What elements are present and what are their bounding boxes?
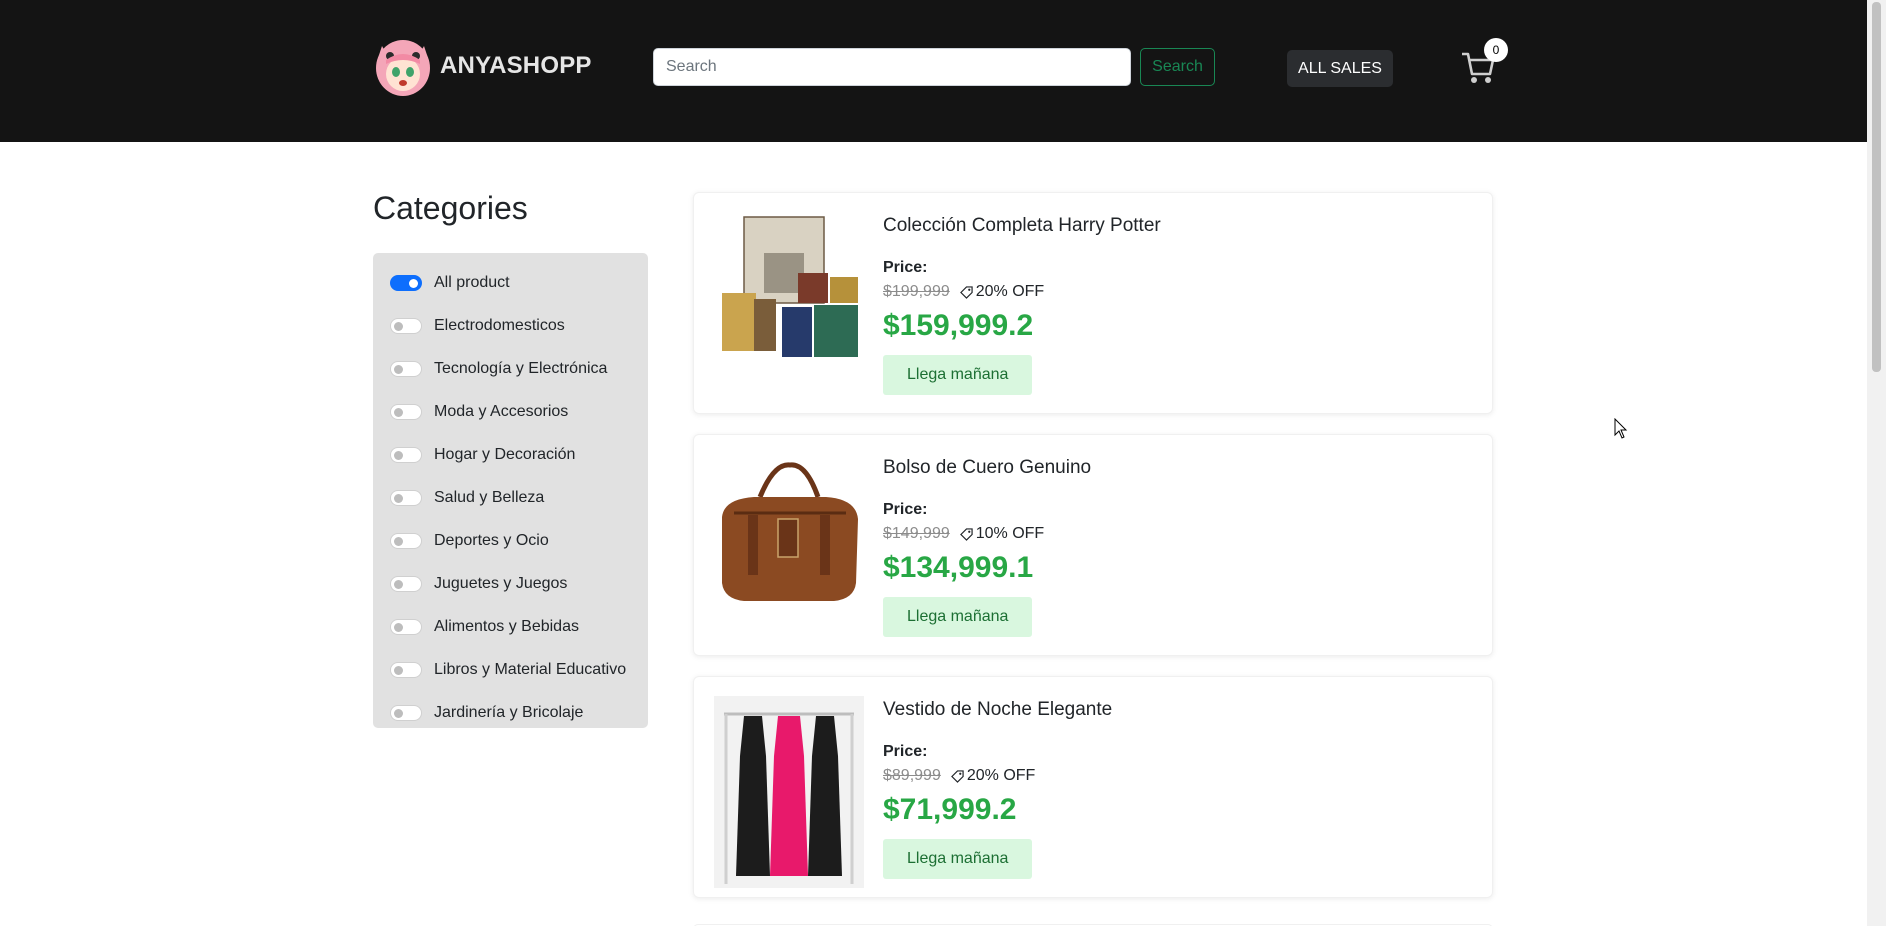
original-price: $199,999 — [883, 283, 950, 300]
tag-icon — [950, 769, 964, 783]
all-sales-button[interactable]: ALL SALES — [1287, 50, 1393, 87]
category-label: Deportes y Ocio — [434, 531, 549, 549]
category-libros[interactable]: Libros y Material Educativo — [373, 648, 648, 691]
price-label: Price: — [883, 501, 928, 518]
category-label: Libros y Material Educativo — [434, 660, 627, 678]
category-moda[interactable]: Moda y Accesorios — [373, 390, 648, 433]
category-label: Jardinería y Bricolaje — [434, 703, 584, 721]
top-navbar: ANYASHOPP Search ALL SALES 0 — [0, 0, 1867, 142]
discount-label: 20% OFF — [966, 767, 1036, 784]
leather-bag-image — [714, 455, 864, 605]
category-label: Juguetes y Juegos — [434, 574, 568, 592]
search-button[interactable]: Search — [1140, 48, 1215, 86]
category-label: Electrodomesticos — [434, 316, 565, 334]
toggle-switch[interactable] — [390, 532, 422, 549]
category-label: Salud y Belleza — [434, 488, 545, 506]
toggle-switch[interactable] — [390, 704, 422, 721]
original-price: $149,999 — [883, 525, 950, 542]
toggle-switch[interactable] — [390, 446, 422, 463]
search-input[interactable] — [653, 48, 1131, 86]
discount-label: 10% OFF — [975, 525, 1045, 542]
category-all-product[interactable]: All product — [373, 261, 648, 304]
discount-label: 20% OFF — [975, 283, 1045, 300]
product-title[interactable]: Bolso de Cuero Genuino — [883, 457, 1091, 479]
category-hogar[interactable]: Hogar y Decoración — [373, 433, 648, 476]
toggle-switch[interactable] — [390, 274, 422, 291]
shipping-badge-button[interactable]: Llega mañana — [883, 597, 1033, 637]
toggle-switch[interactable] — [390, 317, 422, 334]
product-info: Colección Completa Harry Potter Price: $… — [883, 215, 1161, 395]
brand-logo[interactable]: ANYASHOPP — [372, 34, 592, 98]
shipping-badge-button[interactable]: Llega mañana — [883, 839, 1033, 879]
brand-name: ANYASHOPP — [440, 52, 592, 79]
shipping-badge-button[interactable]: Llega mañana — [883, 355, 1033, 395]
price-label: Price: — [883, 743, 928, 760]
product-card[interactable]: Bolso de Cuero Genuino Price: $149,999 1… — [693, 434, 1493, 656]
category-label: Tecnología y Electrónica — [434, 359, 608, 377]
toggle-switch[interactable] — [390, 403, 422, 420]
tag-icon — [959, 285, 973, 299]
toggle-switch[interactable] — [390, 575, 422, 592]
category-jardineria[interactable]: Jardinería y Bricolaje — [373, 691, 648, 734]
categories-title: Categories — [373, 190, 528, 226]
page-scrollbar[interactable] — [1867, 0, 1886, 926]
tag-icon — [959, 527, 973, 541]
toggle-switch[interactable] — [390, 618, 422, 635]
category-label: Hogar y Decoración — [434, 445, 576, 463]
category-alimentos[interactable]: Alimentos y Bebidas — [373, 605, 648, 648]
evening-dress-image — [714, 696, 864, 888]
product-title[interactable]: Colección Completa Harry Potter — [883, 215, 1161, 237]
original-price: $89,999 — [883, 767, 941, 784]
category-label: Moda y Accesorios — [434, 402, 569, 420]
scrollbar-thumb[interactable] — [1872, 2, 1881, 372]
discounted-price: $134,999.1 — [883, 551, 1034, 584]
product-info: Bolso de Cuero Genuino Price: $149,999 1… — [883, 457, 1091, 637]
product-card[interactable]: Colección Completa Harry Potter Price: $… — [693, 192, 1493, 414]
category-juguetes[interactable]: Juguetes y Juegos — [373, 562, 648, 605]
category-tecnologia[interactable]: Tecnología y Electrónica — [373, 347, 648, 390]
category-label: All product — [434, 273, 510, 291]
toggle-switch[interactable] — [390, 661, 422, 678]
category-salud[interactable]: Salud y Belleza — [373, 476, 648, 519]
category-deportes[interactable]: Deportes y Ocio — [373, 519, 648, 562]
product-title[interactable]: Vestido de Noche Elegante — [883, 699, 1112, 721]
harry-potter-collection-image — [714, 213, 864, 363]
product-info: Vestido de Noche Elegante Price: $89,999… — [883, 699, 1112, 879]
categories-panel: All product Electrodomesticos Tecnología… — [373, 253, 648, 728]
cart-count-badge: 0 — [1484, 38, 1508, 62]
category-label: Alimentos y Bebidas — [434, 617, 579, 635]
discounted-price: $71,999.2 — [883, 793, 1017, 826]
mouse-cursor-icon — [1614, 418, 1628, 439]
toggle-switch[interactable] — [390, 360, 422, 377]
price-label: Price: — [883, 259, 928, 276]
anya-avatar-icon — [376, 40, 430, 96]
product-card[interactable]: Vestido de Noche Elegante Price: $89,999… — [693, 676, 1493, 898]
toggle-switch[interactable] — [390, 489, 422, 506]
category-electrodomesticos[interactable]: Electrodomesticos — [373, 304, 648, 347]
discounted-price: $159,999.2 — [883, 309, 1034, 342]
